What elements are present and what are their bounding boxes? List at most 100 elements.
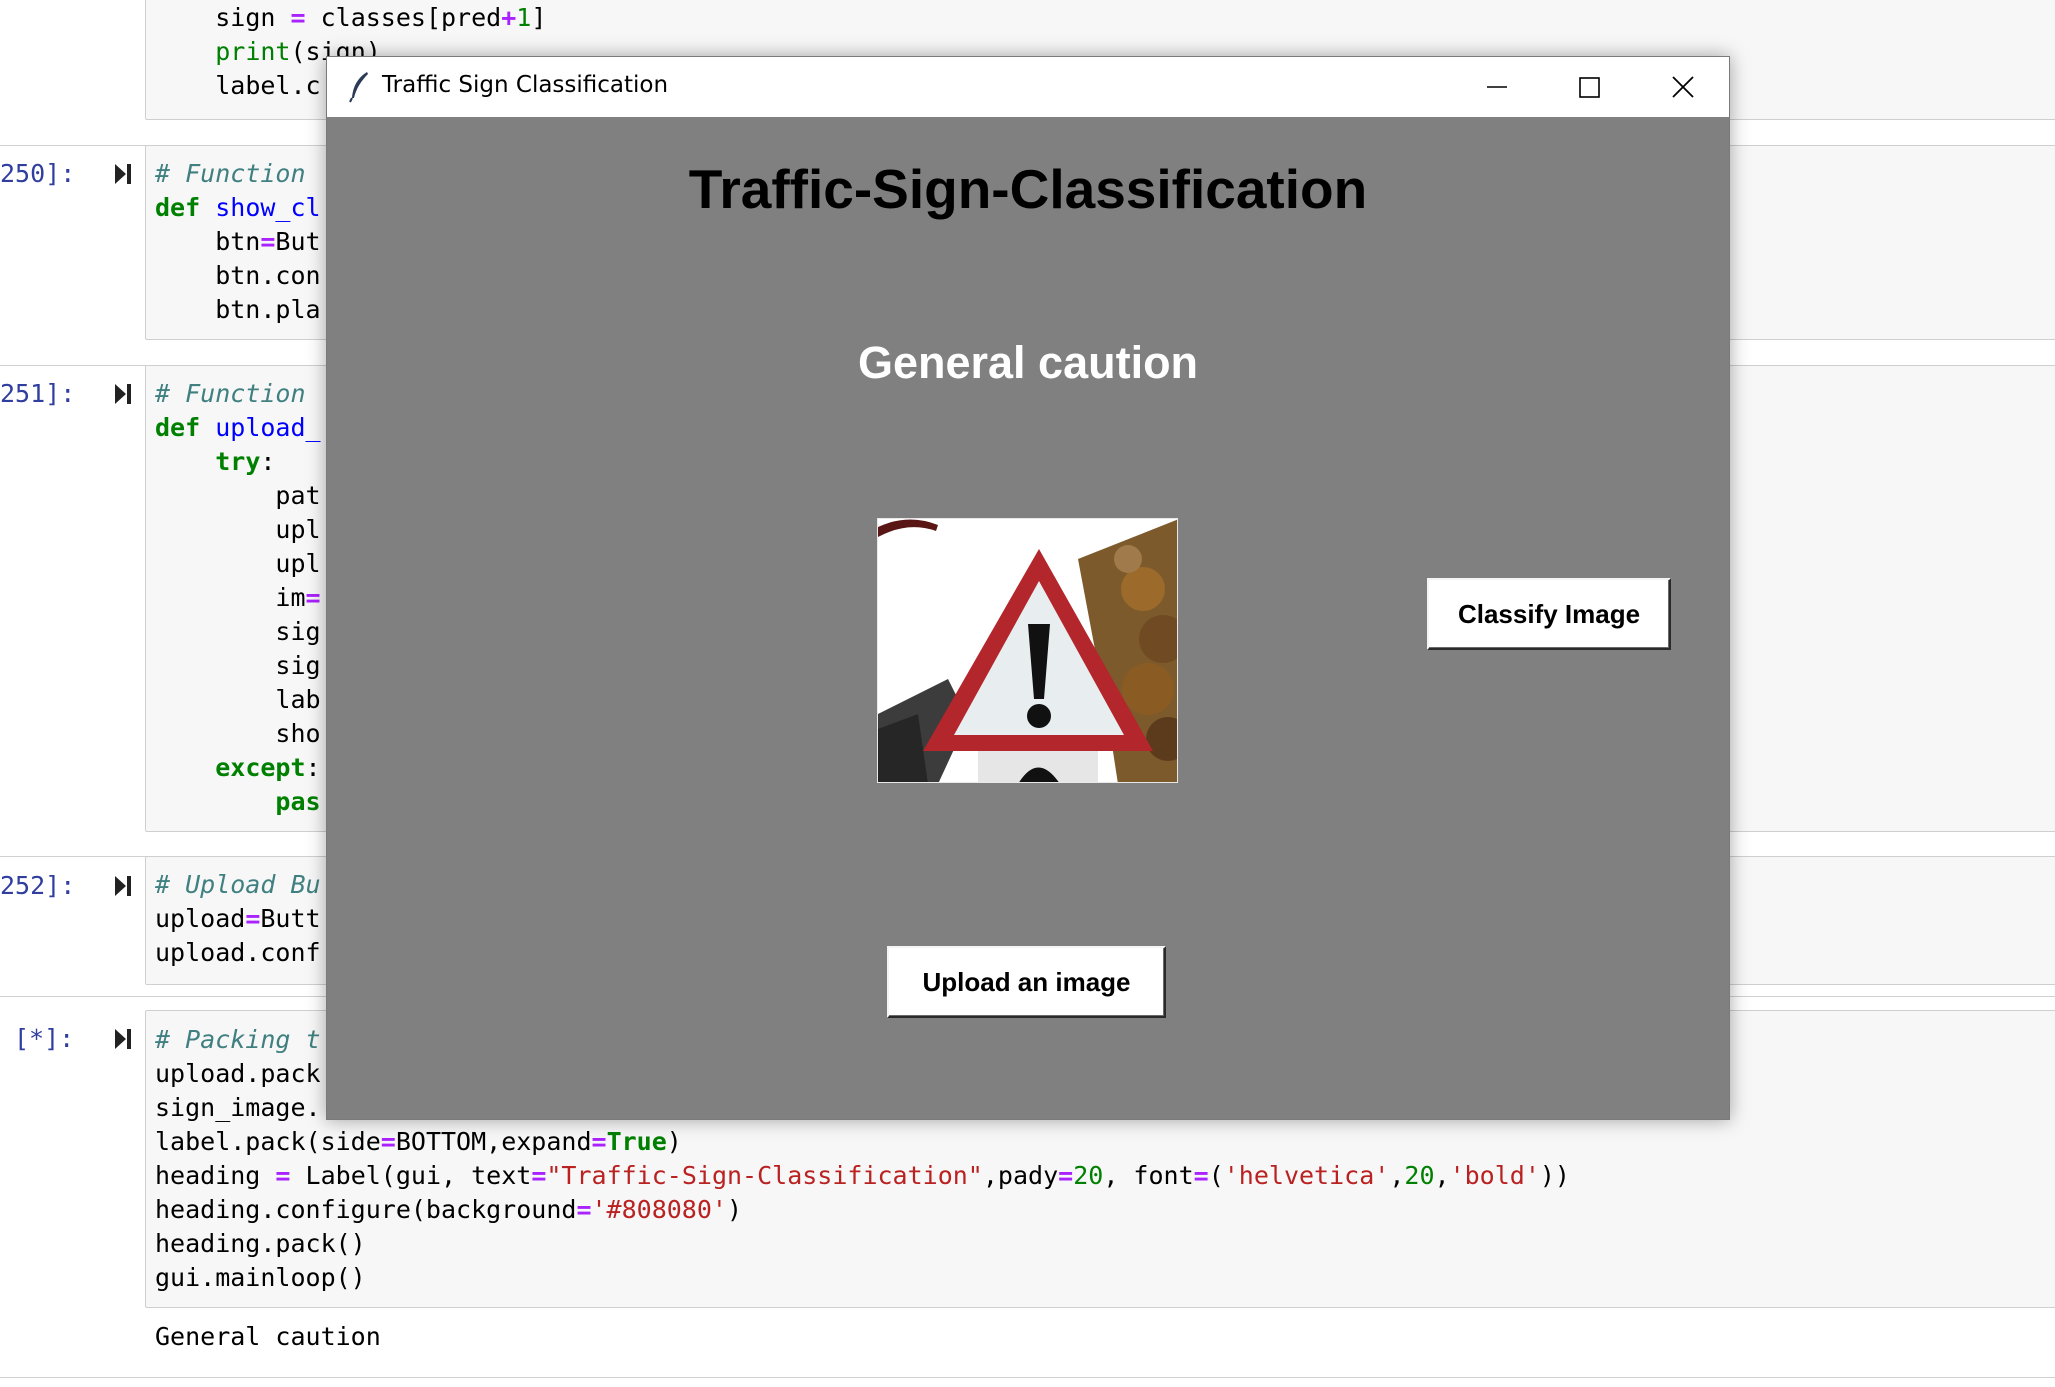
cell-prompt: 252]: — [0, 871, 76, 900]
code-token: = — [380, 1127, 396, 1156]
upload-image-button[interactable]: Upload an image — [887, 946, 1166, 1018]
code-token: # Function — [155, 159, 321, 188]
cell-output: General caution — [155, 1322, 381, 1351]
code-token: except — [215, 753, 306, 782]
close-icon — [1672, 76, 1694, 98]
code-token: label.pack(side — [155, 1127, 381, 1156]
code-line: btn.con — [155, 259, 321, 293]
code-line: # Packing t — [155, 1023, 321, 1057]
code-token: try — [215, 447, 261, 476]
code-line: def upload_ — [155, 411, 321, 445]
code-token: # Function — [155, 379, 321, 408]
code-line: try: — [155, 445, 275, 479]
minimize-button[interactable] — [1451, 57, 1543, 117]
maximize-button[interactable] — [1543, 57, 1635, 117]
code-token: gui.mainloop() — [155, 1263, 366, 1292]
code-line: # Function — [155, 377, 321, 411]
classification-result: General caution — [857, 337, 1199, 388]
code-token: = — [591, 1127, 607, 1156]
code-token: upl — [155, 549, 321, 578]
code-token: def — [155, 193, 201, 222]
code-token: upload.conf — [155, 938, 321, 967]
code-line: heading.pack() — [155, 1227, 366, 1261]
code-line: upload=Butt — [155, 902, 321, 936]
code-line: sho — [155, 717, 320, 751]
code-token: pat — [155, 481, 321, 510]
code-token: im — [155, 583, 306, 612]
code-line: upload.conf — [155, 936, 321, 970]
code-line: heading = Label(gui, text="Traffic-Sign-… — [155, 1159, 1570, 1193]
code-line: sig — [155, 649, 320, 683]
code-line: except: — [155, 751, 321, 785]
code-token: upload.pack — [155, 1059, 321, 1088]
code-token: = — [1193, 1161, 1209, 1190]
code-line: def show_cl — [155, 191, 321, 225]
code-token: : — [305, 753, 321, 782]
classify-image-button[interactable]: Classify Image — [1427, 578, 1671, 650]
code-token: 'helvetica' — [1223, 1161, 1390, 1190]
code-token: ( — [1208, 1161, 1224, 1190]
code-token: 'bold' — [1449, 1161, 1540, 1190]
code-token: # Upload Bu — [155, 870, 321, 899]
code-token: = — [275, 1161, 291, 1190]
code-token: = — [290, 3, 306, 32]
code-token: sign_image. — [155, 1093, 321, 1122]
cell-prompt: 250]: — [0, 159, 76, 188]
code-token: # Packing t — [155, 1025, 321, 1054]
code-token: pas — [275, 787, 321, 816]
code-line: upload.pack — [155, 1057, 321, 1091]
code-line: sign = classes[pred+1] — [155, 1, 546, 35]
code-token: btn.con — [155, 261, 321, 290]
code-token: , — [1389, 1161, 1405, 1190]
window-titlebar[interactable]: Traffic Sign Classification — [327, 57, 1729, 117]
close-button[interactable] — [1637, 57, 1729, 117]
code-token: ) — [726, 1195, 743, 1224]
code-token: BOTTOM,expand — [395, 1127, 592, 1156]
code-line: pas — [155, 785, 321, 819]
code-token: heading.configure(background — [155, 1195, 577, 1224]
code-line: sig — [155, 615, 321, 649]
code-line: upl — [155, 513, 320, 547]
code-token: ,pady — [982, 1161, 1059, 1190]
code-token: btn.pla — [155, 295, 321, 324]
code-token: 20 — [1073, 1161, 1104, 1190]
code-token: 1 — [516, 3, 532, 32]
code-token: heading — [155, 1161, 276, 1190]
code-token: , — [1434, 1161, 1450, 1190]
run-cell-icon[interactable] — [114, 1027, 132, 1051]
code-token: label.c — [215, 71, 321, 100]
code-line: pat — [155, 479, 321, 513]
code-token: : — [260, 447, 276, 476]
code-token: , font — [1103, 1161, 1194, 1190]
minimize-icon — [1487, 86, 1507, 88]
app-heading: Traffic-Sign-Classification — [688, 158, 1368, 220]
code-line: btn.pla — [155, 293, 321, 327]
code-token: '#808080' — [591, 1195, 727, 1224]
code-token: But — [275, 227, 321, 256]
uploaded-sign-image — [877, 518, 1178, 783]
code-token: )) — [1539, 1161, 1570, 1190]
code-token: sig — [155, 617, 321, 646]
maximize-icon — [1579, 77, 1600, 98]
code-token: sign — [215, 3, 291, 32]
code-line: im= — [155, 581, 320, 615]
code-token: show_cl — [215, 193, 321, 222]
cell-prompt: [*]: — [14, 1024, 75, 1053]
code-token: print — [215, 37, 291, 66]
code-token: upload_ — [215, 413, 321, 442]
code-token: 20 — [1404, 1161, 1435, 1190]
code-token: upload — [155, 904, 246, 933]
run-cell-icon[interactable] — [114, 162, 132, 186]
warning-sign-image — [878, 519, 1177, 782]
code-token: True — [606, 1127, 667, 1156]
code-line: label.c — [155, 69, 321, 103]
code-line: # Upload Bu — [155, 868, 321, 902]
run-cell-icon[interactable] — [114, 382, 132, 406]
code-token: = — [260, 227, 276, 256]
run-cell-icon[interactable] — [114, 874, 132, 898]
code-token: "Traffic-Sign-Classification" — [546, 1161, 983, 1190]
